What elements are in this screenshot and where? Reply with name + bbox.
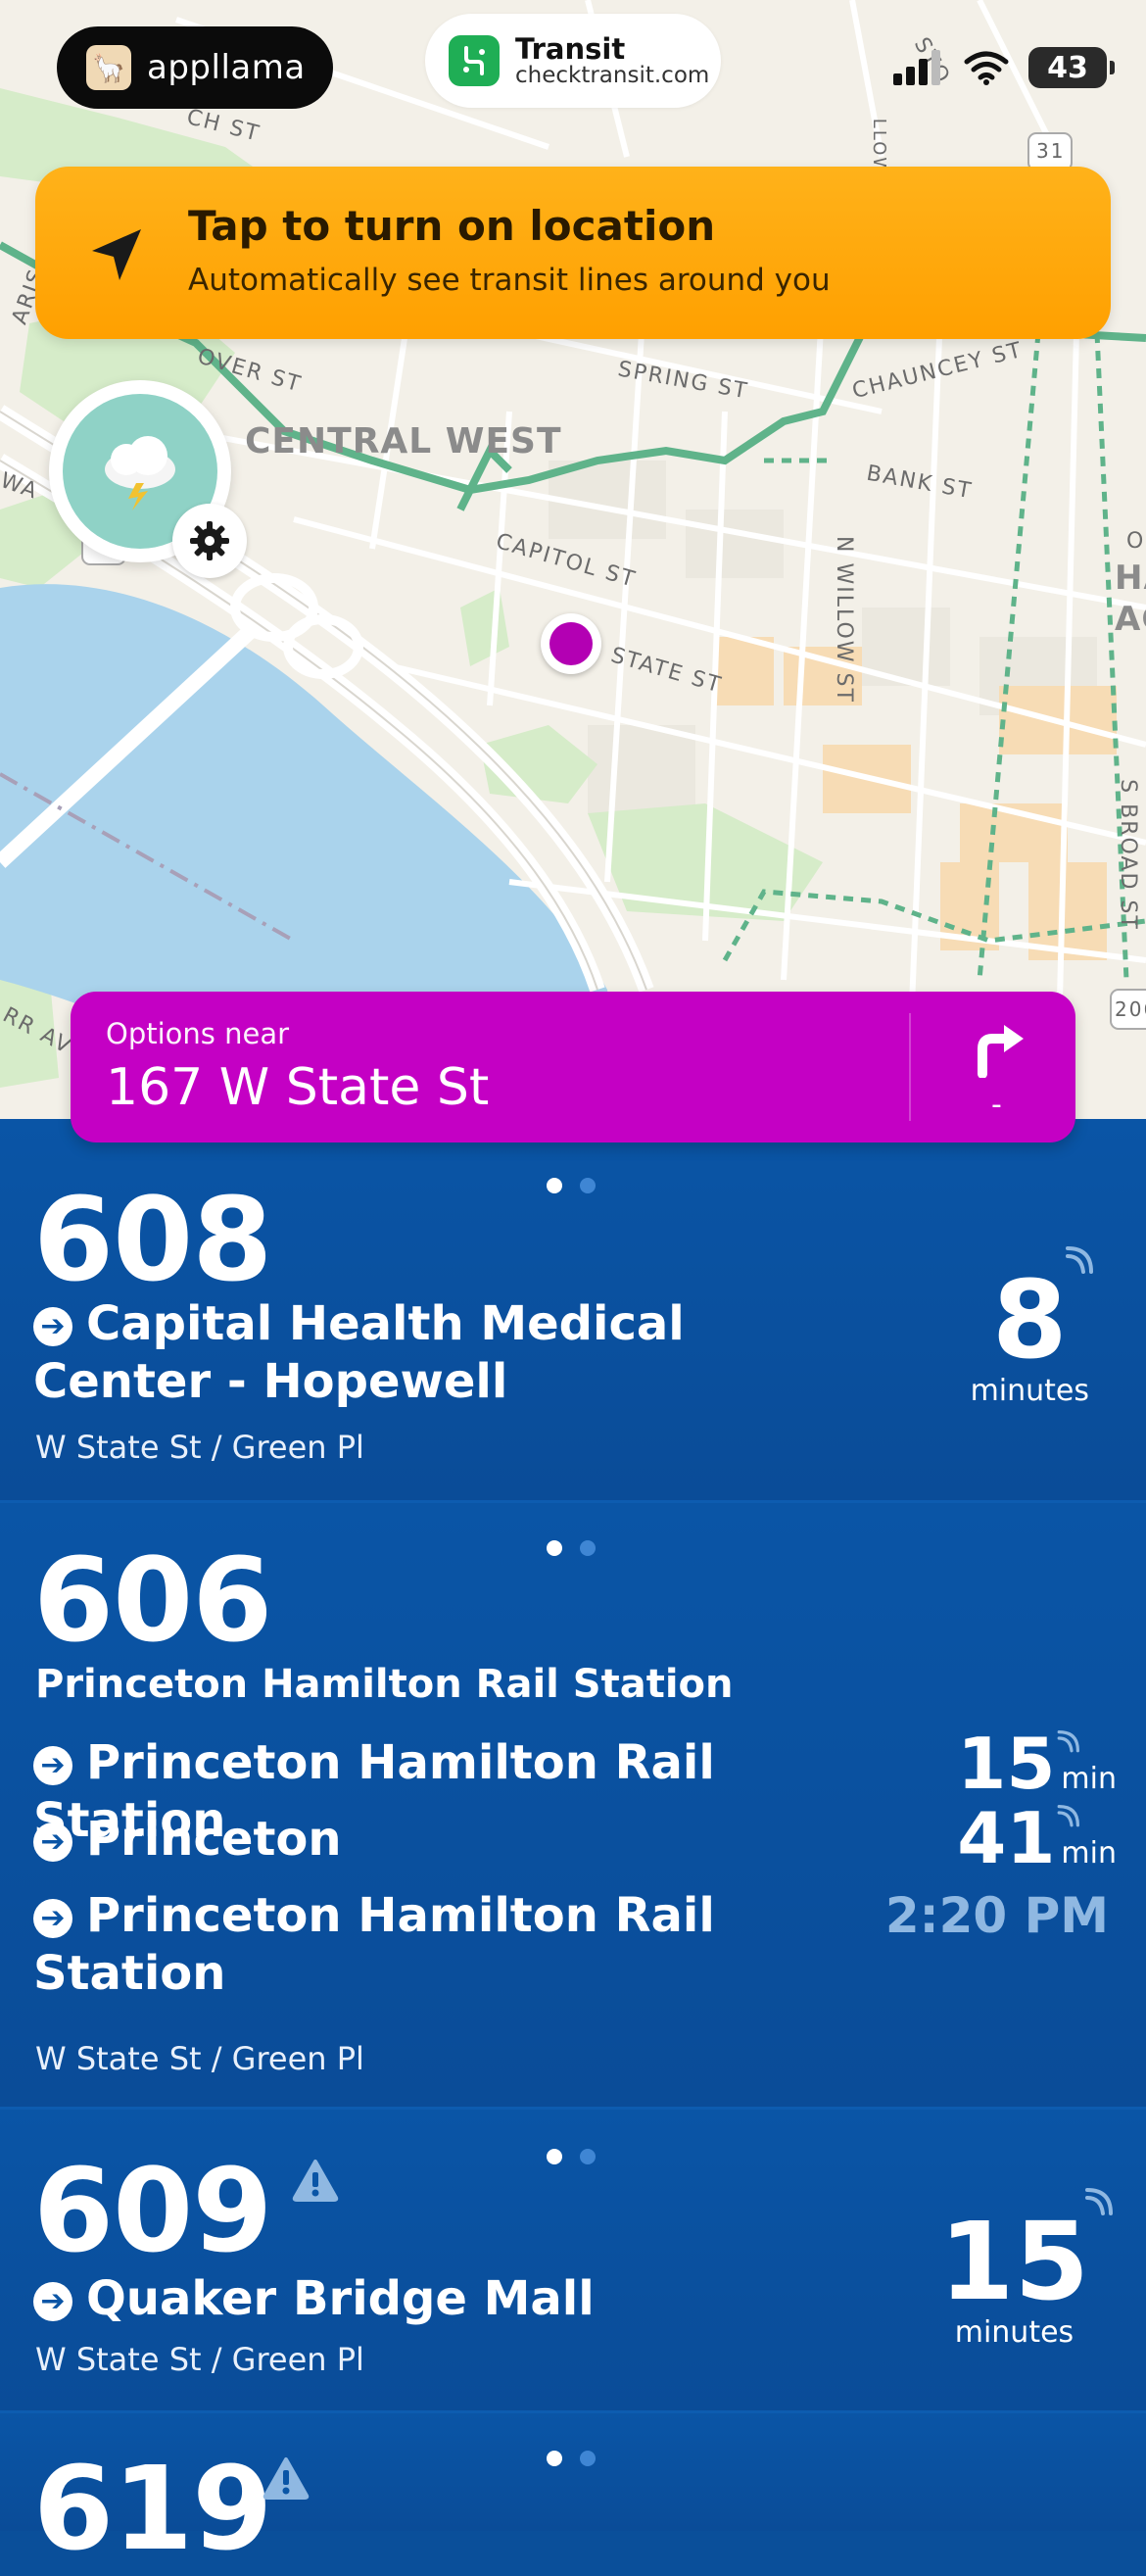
battery-indicator: 43 bbox=[1028, 47, 1115, 88]
transit-logo-icon bbox=[449, 35, 500, 86]
directions-button[interactable]: - bbox=[956, 1019, 1040, 1122]
stop-name: W State St / Green Pl bbox=[35, 2341, 364, 2378]
turn-on-location-banner[interactable]: Tap to turn on location Automatically se… bbox=[35, 167, 1111, 339]
system-indicators: 43 bbox=[893, 43, 1115, 92]
destination: ➔ Princeton bbox=[33, 1811, 876, 1869]
settings-gear-button[interactable] bbox=[172, 504, 247, 578]
route-206-shield: 206 bbox=[1115, 997, 1146, 1021]
location-banner-subtitle: Automatically see transit lines around y… bbox=[188, 263, 831, 298]
gear-icon bbox=[190, 521, 229, 560]
page-dots bbox=[547, 1540, 596, 1556]
scheduled-time: 2:20 PM bbox=[884, 1887, 1109, 1944]
status-bar: 🦙 appllama Transit checktransit.com 43 bbox=[0, 0, 1146, 147]
transit-pill[interactable]: Transit checktransit.com bbox=[425, 14, 721, 108]
cellular-signal-icon bbox=[893, 50, 940, 85]
app-pill[interactable]: 🦙 appllama bbox=[57, 26, 333, 109]
stop-name: W State St / Green Pl bbox=[35, 1429, 364, 1466]
options-near-panel[interactable]: Options near 167 W State St - bbox=[71, 992, 1075, 1142]
arrow-right-circle-icon: ➔ bbox=[33, 2282, 72, 2321]
minutes-away: 8 minutes bbox=[970, 1257, 1089, 1408]
page-dots bbox=[547, 2451, 596, 2466]
destination: ➔ Princeton Hamilton Rail Station bbox=[33, 1888, 715, 2001]
location-banner-title: Tap to turn on location bbox=[188, 202, 716, 250]
alert-warning-icon[interactable] bbox=[292, 2159, 339, 2202]
options-near-address: 167 W State St bbox=[106, 1058, 490, 1117]
departure-card-619[interactable]: 619 bbox=[0, 2413, 1146, 2566]
route-number: 608 bbox=[33, 1172, 272, 1307]
departure-card-609[interactable]: 609 ➔ Quaker Bridge Mall W State St / Gre… bbox=[0, 2110, 1146, 2413]
destination: ➔ Quaker Bridge Mall bbox=[33, 2270, 876, 2328]
page-dots bbox=[547, 1178, 596, 1193]
route-number: 606 bbox=[33, 1532, 272, 1668]
wifi-icon bbox=[964, 51, 1009, 85]
minutes-away: 15 minutes bbox=[938, 2199, 1089, 2350]
destination: ➔ Capital Health Medical Center - Hopewel… bbox=[33, 1296, 685, 1409]
alert-warning-icon[interactable] bbox=[263, 2456, 310, 2500]
route-number: 619 bbox=[33, 2441, 272, 2576]
location-arrow-icon bbox=[92, 229, 141, 280]
map-label-street: N WILLOW ST bbox=[831, 536, 856, 704]
departure-card-608[interactable]: 608 ➔ Capital Health Medical Center - Hop… bbox=[0, 1119, 1146, 1503]
turn-right-arrow-icon bbox=[978, 1025, 1024, 1079]
stop-name: W State St / Green Pl bbox=[35, 2040, 364, 2077]
map-label-area: AC bbox=[1115, 600, 1146, 639]
transit-title: Transit bbox=[515, 31, 626, 66]
departures-list: 608 ➔ Capital Health Medical Center - Hop… bbox=[0, 1119, 1146, 2566]
options-near-label: Options near bbox=[106, 1017, 290, 1050]
selected-location-pin[interactable] bbox=[541, 613, 601, 674]
page-dots bbox=[547, 2149, 596, 2164]
map-label-area: O bbox=[1126, 529, 1146, 554]
route-number: 609 bbox=[33, 2143, 272, 2278]
arrow-right-circle-icon: ➔ bbox=[33, 1823, 72, 1862]
map-label-area: HA bbox=[1115, 559, 1146, 598]
route-heading: Princeton Hamilton Rail Station bbox=[35, 1662, 734, 1707]
departure-card-606[interactable]: 606 Princeton Hamilton Rail Station ➔ Pri… bbox=[0, 1503, 1146, 2110]
departure-time: 15 min bbox=[957, 1723, 1117, 1805]
arrow-right-circle-icon: ➔ bbox=[33, 1307, 72, 1346]
departure-time: 41 min bbox=[957, 1797, 1117, 1879]
llama-logo-icon: 🦙 bbox=[86, 45, 131, 90]
transit-subtitle: checktransit.com bbox=[515, 63, 710, 89]
divider bbox=[909, 1013, 911, 1121]
app-pill-label: appllama bbox=[147, 48, 306, 87]
directions-label: - bbox=[991, 1088, 1002, 1122]
map-label-street: S BROAD ST bbox=[1115, 779, 1140, 931]
arrow-right-circle-icon: ➔ bbox=[33, 1899, 72, 1938]
map-label-neighborhood: CENTRAL WEST bbox=[245, 421, 562, 462]
arrow-right-circle-icon: ➔ bbox=[33, 1746, 72, 1785]
